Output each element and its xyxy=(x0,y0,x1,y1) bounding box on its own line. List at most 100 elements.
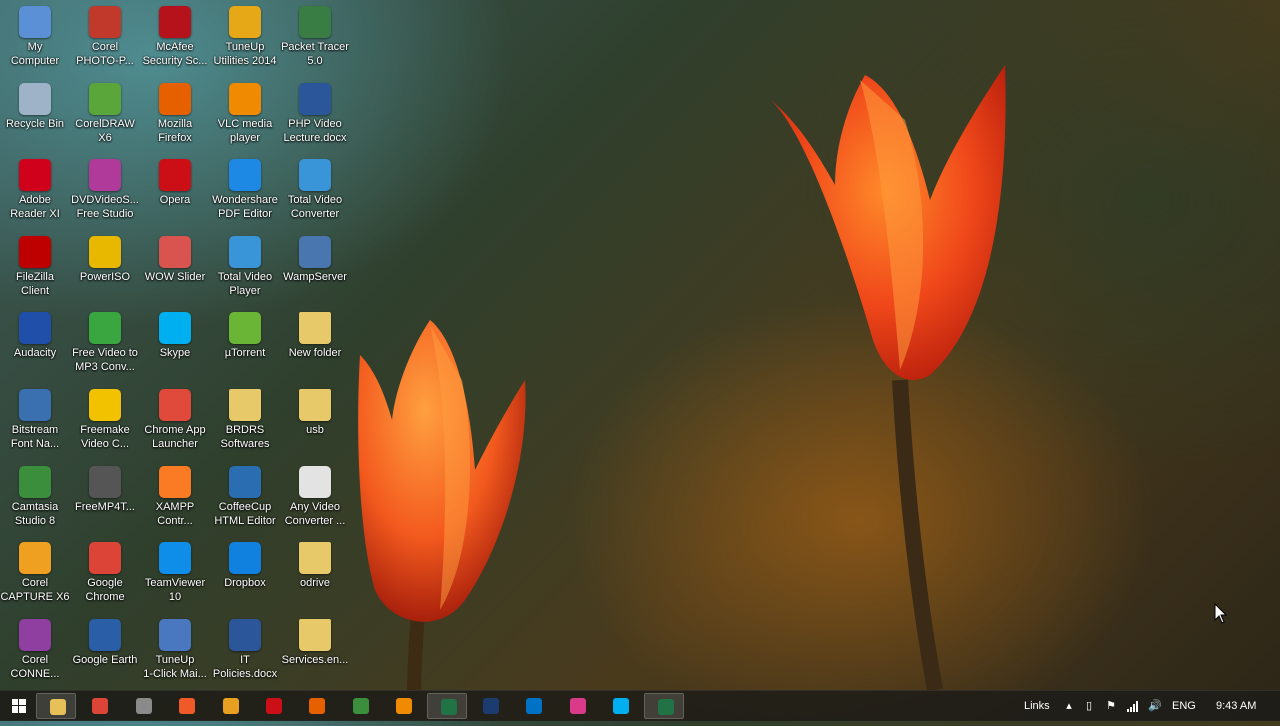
desktop-icon-label: Packet Tracer 5.0 xyxy=(281,41,349,67)
desktop-icon[interactable]: Google Chrome xyxy=(70,536,140,612)
desktop-icon[interactable]: Opera xyxy=(140,153,210,229)
desktop-icon-label: Services.en... xyxy=(281,654,349,666)
computer-icon xyxy=(19,6,51,38)
taskbar-button[interactable] xyxy=(643,693,684,719)
start-button[interactable] xyxy=(0,691,38,721)
desktop-icon[interactable]: Bitstream Font Na... xyxy=(0,383,70,459)
desktop-icon[interactable]: Audacity xyxy=(0,306,70,382)
dvdvideosoft-icon xyxy=(89,159,121,191)
desktop-icon[interactable]: TeamViewer 10 xyxy=(140,536,210,612)
desktop-icon-label: FreeMP4T... xyxy=(75,501,135,513)
taskbar-button[interactable] xyxy=(340,693,380,719)
desktop-icon-label: CorelDRAW X6 xyxy=(75,118,135,144)
taskbar-button[interactable] xyxy=(426,693,467,719)
chrome-app-launcher-icon xyxy=(159,389,191,421)
desktop-icon[interactable]: odrive xyxy=(280,536,350,612)
desktop-icon[interactable]: DVDVideoS... Free Studio xyxy=(70,153,140,229)
desktop-icon-label: TeamViewer 10 xyxy=(144,577,206,603)
desktop-icon[interactable]: Dropbox xyxy=(210,536,280,612)
taskbar-button[interactable] xyxy=(36,693,76,719)
desktop-icon[interactable]: Recycle Bin xyxy=(0,77,70,153)
desktop-icon[interactable]: Corel CONNE... xyxy=(0,613,70,689)
taskbar-button[interactable] xyxy=(166,693,206,719)
word-document-icon xyxy=(299,83,331,115)
desktop-icon[interactable]: New folder xyxy=(280,306,350,382)
chevron-up-icon[interactable]: ▴ xyxy=(1062,699,1076,713)
taskbar-button[interactable] xyxy=(557,693,597,719)
desktop-icon[interactable]: XAMPP Contr... xyxy=(140,460,210,536)
desktop-icon-label: TuneUp Utilities 2014 xyxy=(213,41,277,67)
desktop-icon[interactable]: Services.en... xyxy=(280,613,350,689)
desktop-icon[interactable]: PowerISO xyxy=(70,230,140,306)
desktop-icon-label: Google Chrome xyxy=(85,577,125,603)
desktop-icon[interactable]: FreeMP4T... xyxy=(70,460,140,536)
word-document-icon xyxy=(229,619,261,651)
photoshop-icon xyxy=(483,698,499,714)
taskbar-button[interactable] xyxy=(79,693,119,719)
taskbar-button[interactable] xyxy=(513,693,553,719)
desktop-icon-label: Recycle Bin xyxy=(5,118,65,130)
desktop-icon[interactable]: Mozilla Firefox xyxy=(140,77,210,153)
desktop-icon[interactable]: usb xyxy=(280,383,350,459)
taskbar-button[interactable] xyxy=(296,693,336,719)
desktop-icon-label: Audacity xyxy=(13,347,57,359)
desktop-icon[interactable]: Packet Tracer 5.0 xyxy=(280,0,350,76)
desktop-icon[interactable]: CoffeeCup HTML Editor xyxy=(210,460,280,536)
desktop-icon[interactable]: µTorrent xyxy=(210,306,280,382)
clock[interactable]: 9:43 AM xyxy=(1216,700,1256,712)
taskbar-button[interactable] xyxy=(210,693,250,719)
desktop-icon[interactable]: Freemake Video C... xyxy=(70,383,140,459)
desktop-icon[interactable]: My Computer xyxy=(0,0,70,76)
desktop-icon[interactable]: BRDRS Softwares xyxy=(210,383,280,459)
google-earth-icon xyxy=(89,619,121,651)
desktop-icon-label: WOW Slider xyxy=(144,271,206,283)
desktop-icon[interactable]: Total Video Converter xyxy=(280,153,350,229)
adobe-reader-icon xyxy=(19,159,51,191)
desktop-icon[interactable]: McAfee Security Sc... xyxy=(140,0,210,76)
desktop-icon[interactable]: Corel PHOTO-P... xyxy=(70,0,140,76)
taskbar-button[interactable] xyxy=(470,693,510,719)
desktop-icon-label: Camtasia Studio 8 xyxy=(11,501,59,527)
taskbar-button[interactable] xyxy=(123,693,163,719)
firefox-icon xyxy=(309,698,326,714)
opera-icon xyxy=(159,159,191,191)
taskbar-button[interactable] xyxy=(253,693,293,719)
desktop-icon[interactable]: Wondershare PDF Editor xyxy=(210,153,280,229)
desktop-icon[interactable]: Free Video to MP3 Conv... xyxy=(70,306,140,382)
desktop-icon[interactable]: Skype xyxy=(140,306,210,382)
links-toolbar[interactable]: Links xyxy=(1024,700,1050,712)
input-language[interactable]: ENG xyxy=(1172,700,1196,712)
volume-icon[interactable]: 🔊 xyxy=(1148,699,1162,713)
desktop-icon[interactable]: Camtasia Studio 8 xyxy=(0,460,70,536)
desktop-icon[interactable]: TuneUp Utilities 2014 xyxy=(210,0,280,76)
desktop-icon[interactable]: Adobe Reader XI xyxy=(0,153,70,229)
network-flag-icon[interactable]: ⚑ xyxy=(1104,699,1118,713)
taskbar-button[interactable] xyxy=(600,693,640,719)
tuneup-1click-icon xyxy=(159,619,191,651)
desktop-icon[interactable]: FileZilla Client xyxy=(0,230,70,306)
desktop-icon-label: Freemake Video C... xyxy=(80,424,130,450)
desktop-icon[interactable]: Google Earth xyxy=(70,613,140,689)
folder-icon xyxy=(299,619,331,651)
desktop-icon-label: Free Video to MP3 Conv... xyxy=(72,347,138,373)
desktop-icon[interactable]: WampServer xyxy=(280,230,350,306)
desktop-icon[interactable]: TuneUp 1-Click Mai... xyxy=(140,613,210,689)
desktop-icon[interactable]: Corel CAPTURE X6 xyxy=(0,536,70,612)
desktop-icon-label: Total Video Converter xyxy=(287,194,343,220)
desktop-icon[interactable]: PHP Video Lecture.docx xyxy=(280,77,350,153)
skype-icon xyxy=(613,698,630,714)
desktop-icon[interactable]: Chrome App Launcher xyxy=(140,383,210,459)
sublime-icon xyxy=(179,698,196,714)
desktop-icon[interactable]: WOW Slider xyxy=(140,230,210,306)
desktop-icon[interactable]: Total Video Player xyxy=(210,230,280,306)
desktop-icon[interactable]: VLC media player xyxy=(210,77,280,153)
desktop-icon[interactable]: CorelDRAW X6 xyxy=(70,77,140,153)
phone-link-icon[interactable]: ▯ xyxy=(1082,699,1096,713)
desktop-icon-label: Corel CAPTURE X6 xyxy=(0,577,70,603)
desktop-icon[interactable]: Any Video Converter ... xyxy=(280,460,350,536)
desktop-icon-label: Wondershare PDF Editor xyxy=(212,194,278,220)
desktop-icon[interactable]: IT Policies.docx xyxy=(210,613,280,689)
taskbar-button[interactable] xyxy=(383,693,423,719)
signal-bars-icon[interactable] xyxy=(1126,699,1140,713)
free-video-mp3-icon xyxy=(89,312,121,344)
